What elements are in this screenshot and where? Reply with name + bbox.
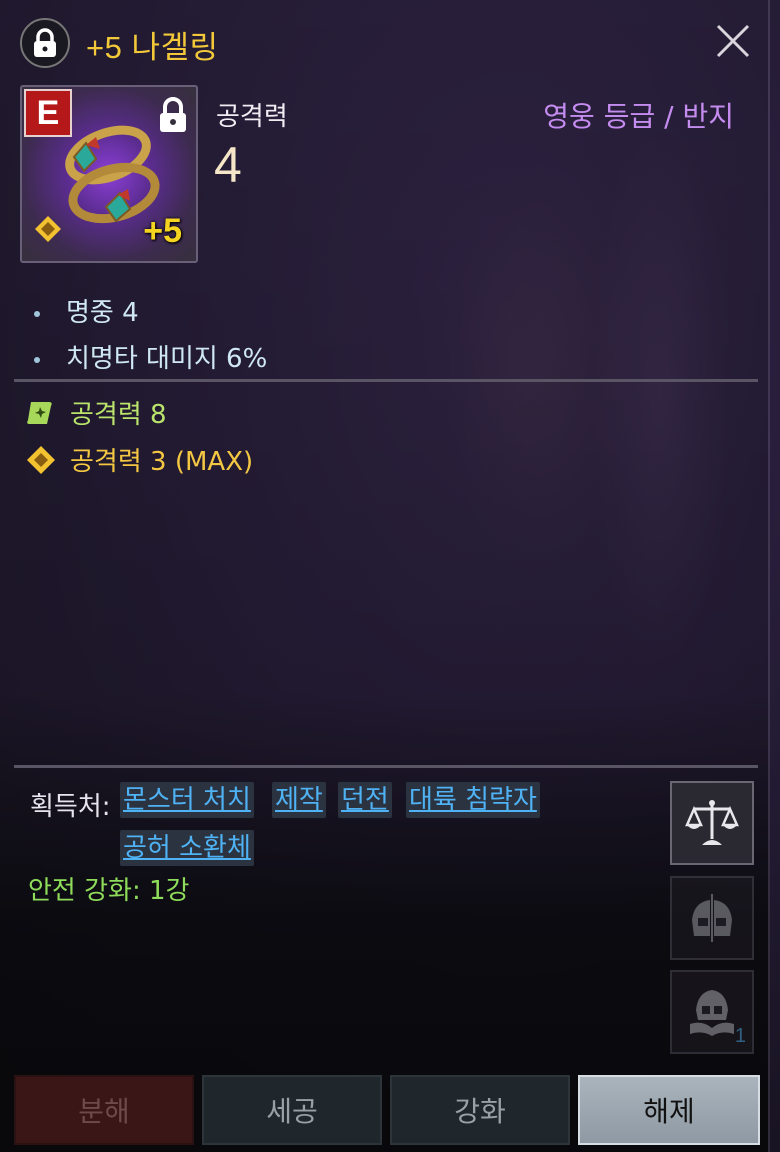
sub-option-label: 공격력 3 (MAX) bbox=[70, 447, 254, 477]
lock-toggle-button[interactable] bbox=[20, 18, 70, 68]
polish-button[interactable]: 세공 bbox=[202, 1075, 382, 1145]
helmet-book-icon bbox=[690, 990, 734, 1036]
divider bbox=[14, 379, 758, 382]
sub-option-label: 공격력 8 bbox=[70, 400, 167, 430]
sub-option-row: 공격력 8 bbox=[26, 394, 167, 431]
bonus-stat-label: 명중 4 bbox=[66, 298, 139, 328]
lock-icon bbox=[160, 97, 186, 132]
item-title: +5 나겔링 bbox=[86, 30, 219, 65]
enhance-level-label: +5 bbox=[143, 212, 182, 250]
acquisition-link-dungeon[interactable]: 던전 bbox=[338, 782, 392, 818]
scale-icon bbox=[685, 800, 739, 845]
acquisition-link-craft[interactable]: 제작 bbox=[272, 782, 326, 818]
compare-equipment-button[interactable] bbox=[670, 876, 754, 960]
green-leaf-icon bbox=[26, 398, 56, 428]
bonus-stat-row: 명중 4 bbox=[34, 292, 139, 329]
acquisition-label: 획득처: bbox=[30, 792, 111, 822]
helmet-compare-icon bbox=[692, 894, 732, 942]
grade-badge: E bbox=[24, 89, 72, 137]
bonus-stat-row: 치명타 대미지 6% bbox=[34, 338, 267, 375]
compare-price-button[interactable] bbox=[670, 781, 754, 865]
primary-stat-name: 공격력 bbox=[216, 102, 288, 132]
item-category: 영웅 등급 / 반지 bbox=[543, 100, 734, 133]
disassemble-button[interactable]: 분해 bbox=[14, 1075, 194, 1145]
bonus-stat-label: 치명타 대미지 6% bbox=[66, 344, 268, 374]
enhance-button[interactable]: 강화 bbox=[390, 1075, 570, 1145]
item-icon-slot: E +5 bbox=[20, 85, 198, 263]
gold-diamond-icon bbox=[35, 216, 61, 242]
bullet-icon bbox=[34, 310, 40, 317]
close-icon bbox=[716, 24, 750, 58]
item-lock-indicator bbox=[158, 97, 188, 137]
item-tooltip-panel: +5 나겔링 E +5 공격력 4 영웅 등급 / 반지 명중 4 치명타 대미… bbox=[0, 0, 770, 1152]
gold-diamond-icon bbox=[26, 445, 56, 475]
lock-icon bbox=[34, 28, 56, 57]
equipment-book-button[interactable]: 1 bbox=[670, 970, 754, 1054]
equipment-book-count: 1 bbox=[734, 1025, 746, 1047]
primary-stat-value: 4 bbox=[214, 137, 242, 193]
divider bbox=[14, 765, 758, 768]
acquisition-link-void[interactable]: 공허 소환체 bbox=[120, 830, 254, 866]
acquisition-link-invader[interactable]: 대륙 침략자 bbox=[406, 782, 540, 818]
release-button[interactable]: 해제 bbox=[578, 1075, 760, 1145]
bullet-icon bbox=[34, 356, 40, 363]
acquisition-link-monster[interactable]: 몬스터 처치 bbox=[120, 782, 254, 818]
close-button[interactable] bbox=[712, 20, 754, 62]
sub-option-row: 공격력 3 (MAX) bbox=[26, 441, 253, 478]
item-grade-diamond bbox=[34, 215, 62, 247]
safe-enhance-label: 안전 강화: 1강 bbox=[28, 876, 190, 906]
